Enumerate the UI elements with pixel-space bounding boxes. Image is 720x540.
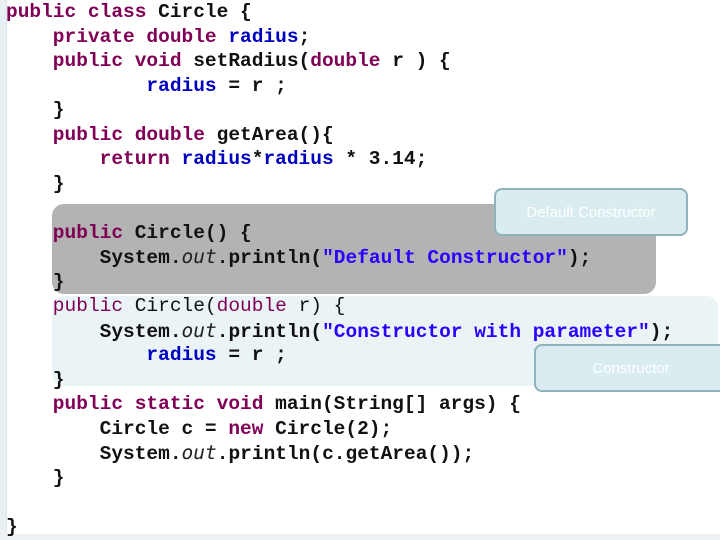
code-line: public Circle() { — [6, 221, 252, 245]
code-line: } — [6, 270, 65, 294]
code-token: } — [6, 467, 65, 489]
callout-label: Constructor — [592, 359, 670, 377]
code-token: System. — [6, 247, 182, 269]
code-token: out — [181, 245, 217, 268]
code-line: public class Circle { — [6, 0, 252, 24]
code-token: Circle c = — [6, 418, 229, 440]
code-line: System.out.println("Default Constructor"… — [6, 245, 592, 269]
code-token: } — [6, 516, 18, 538]
code-line: radius = r ; — [6, 74, 287, 98]
code-token: Circle() { — [134, 222, 252, 244]
code-token: * — [251, 148, 264, 170]
slide-bottom-edge — [0, 534, 720, 540]
code-line: return radius*radius * 3.14; — [6, 147, 428, 171]
code-token: r ) { — [392, 50, 451, 72]
code-token: ); — [567, 247, 592, 269]
code-token: public static void — [6, 393, 276, 415]
code-token: out — [181, 319, 217, 342]
code-line: Circle c = new Circle(2); — [6, 417, 393, 441]
code-line: public double getArea(){ — [6, 123, 334, 147]
code-line: public Circle(double r) { — [6, 294, 346, 318]
code-token: Circle(2); — [275, 418, 393, 440]
code-token: "Default Constructor" — [322, 247, 568, 269]
code-line: System.out.println("Constructor with par… — [6, 319, 674, 343]
code-token: double — [310, 50, 393, 72]
code-line: } — [6, 368, 65, 392]
code-token: System. — [6, 443, 182, 465]
code-token: = r ; — [216, 344, 287, 366]
code-token: main(String[] args) { — [275, 393, 521, 415]
code-line: } — [6, 515, 18, 539]
default-constructor-callout: Default Constructor — [494, 188, 688, 236]
code-token: radius — [6, 75, 217, 97]
code-line: public void setRadius(double r ) { — [6, 49, 451, 73]
code-token: ; — [298, 26, 311, 48]
code-token: } — [6, 369, 65, 391]
code-token: return — [6, 148, 182, 170]
code-line: public static void main(String[] args) { — [6, 392, 521, 416]
code-token: "Constructor with parameter" — [322, 321, 650, 343]
code-line: } — [6, 98, 65, 122]
code-token: radius — [263, 148, 334, 170]
code-token: public — [6, 295, 135, 317]
callout-label: Default Constructor — [526, 203, 656, 221]
code-token: .println( — [216, 321, 323, 343]
code-line: private double radius; — [6, 25, 310, 49]
code-token: Circle { — [158, 1, 252, 23]
code-token: out — [181, 441, 217, 464]
code-token: new — [228, 418, 276, 440]
code-token: radius — [228, 26, 299, 48]
code-token: setRadius( — [193, 50, 311, 72]
code-token: radius — [181, 148, 252, 170]
code-token: } — [6, 271, 65, 293]
code-token: = r ; — [216, 75, 287, 97]
code-token: ); — [649, 321, 674, 343]
code-line: System.out.println(c.getArea()); — [6, 441, 475, 465]
code-token: getArea(){ — [216, 124, 334, 146]
code-token: } — [6, 173, 65, 195]
code-token: .println(c.getArea()); — [216, 443, 475, 465]
code-token: r) { — [298, 295, 346, 317]
code-token: System. — [6, 321, 182, 343]
code-token: double — [216, 295, 299, 317]
code-token: private double — [6, 26, 229, 48]
code-line: radius = r ; — [6, 343, 287, 367]
code-token: } — [6, 99, 65, 121]
code-token: public class — [6, 1, 159, 23]
code-line: } — [6, 466, 65, 490]
constructor-callout: Constructor — [534, 344, 720, 392]
code-token: public — [6, 222, 135, 244]
code-token: * 3.14; — [333, 148, 428, 170]
code-line: } — [6, 172, 65, 196]
code-token: .println( — [216, 247, 323, 269]
code-token: radius — [6, 344, 217, 366]
code-token: public double — [6, 124, 217, 146]
code-token: Circle( — [134, 295, 217, 317]
code-token: public void — [6, 50, 194, 72]
